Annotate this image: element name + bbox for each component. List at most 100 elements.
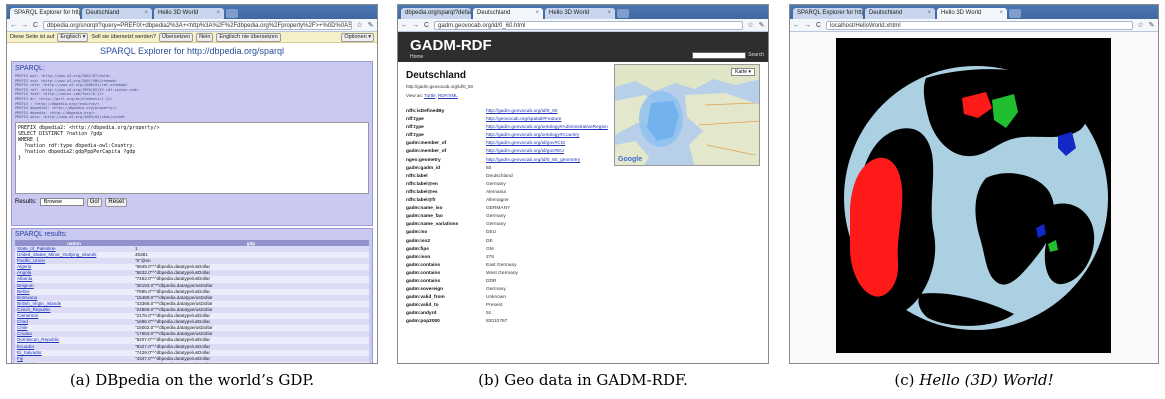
tab-bar: SPARQL Explorer for http:× Deutschland× … (790, 5, 1158, 19)
property-row: rdfs:label Deutschland (406, 173, 760, 181)
property-value: GERMANY (486, 206, 511, 212)
sparql-form: SPARQL: PREFIX owl: <http://www.w3.org/2… (11, 61, 373, 226)
globe-canvas[interactable] (836, 38, 1111, 353)
property-key: gadm:fips (406, 246, 429, 252)
tab-label: dbpedia.org/sparql?default (405, 10, 471, 16)
translate-button[interactable]: Übersetzen (158, 32, 194, 42)
forward-icon[interactable]: → (21, 22, 28, 29)
property-key: gadm:gadm_id (406, 165, 441, 171)
forward-icon[interactable]: → (412, 22, 419, 29)
tab-deutschland[interactable]: Deutschland × (82, 8, 152, 19)
no-button[interactable]: Nein (196, 32, 214, 42)
property-link[interactable]: http://gadm.geovocab.org/id/0_60 (486, 108, 557, 116)
reload-icon[interactable]: C (423, 22, 430, 29)
property-link[interactable]: http://gadm.geovocab.org/ontology#Countr… (486, 132, 579, 140)
globe-image (836, 38, 1111, 353)
new-tab-button[interactable] (226, 9, 238, 18)
query-textarea[interactable]: PREFIX dbpedia2: <http://dbpedia.org/pro… (15, 121, 369, 194)
caption-label: (c) (894, 371, 915, 389)
reset-button[interactable]: Reset (105, 197, 128, 207)
nation-link[interactable]: Azerbaijan (15, 361, 133, 363)
close-icon[interactable]: × (216, 8, 220, 19)
go-button[interactable]: Go! (86, 197, 103, 207)
search-input[interactable] (692, 52, 746, 59)
never-translate-button[interactable]: Englisch nie übersetzen (216, 32, 281, 42)
close-icon[interactable]: × (144, 8, 148, 19)
star-icon[interactable]: ☆ (747, 21, 754, 29)
home-link[interactable]: Home (410, 54, 423, 60)
address-bar[interactable]: gadm.geovocab.org/id/0_60.html (434, 20, 743, 30)
property-row: gadm:name_variations Germany (406, 221, 760, 229)
tab-hello[interactable]: Hello 3D World × (937, 8, 1007, 19)
tab-sparql[interactable]: SPARQL Explorer for http:× (10, 8, 80, 19)
new-tab-button[interactable] (617, 9, 629, 18)
property-row: gadm:iso DEU (406, 229, 760, 237)
results-panel: SPARQL results: nation gdp State_of_Pale… (11, 228, 373, 363)
caption-text: Geo data in GADM-RDF. (504, 371, 688, 389)
tab-deutschland[interactable]: Deutschland × (865, 8, 935, 19)
back-icon[interactable]: ← (793, 22, 800, 29)
language-select[interactable]: Englisch ▾ (57, 32, 89, 42)
view-rdfxml-link[interactable]: RDF/XML (438, 93, 458, 98)
star-icon[interactable]: ☆ (356, 21, 363, 29)
tab-sparql[interactable]: SPARQL Explorer for http:× (793, 8, 863, 19)
property-row: gadm:name_fao Germany (406, 213, 760, 221)
close-icon[interactable]: × (999, 8, 1003, 19)
caption-text: Hello (3D) World! (919, 371, 1054, 389)
property-key: gadm:ison (406, 254, 431, 260)
back-icon[interactable]: ← (10, 22, 17, 29)
reload-icon[interactable]: C (815, 22, 822, 29)
wrench-icon[interactable]: ✎ (367, 21, 374, 29)
options-button[interactable]: Optionen ▾ (341, 32, 374, 42)
results-heading: SPARQL results: (15, 231, 68, 238)
property-link[interactable]: http://gadm.geovocab.org/id/0_60_geometr… (486, 157, 580, 165)
property-link[interactable]: http://gadm.geovocab.org/id/gov#EU (486, 148, 564, 156)
results-select[interactable]: Browse (39, 198, 84, 207)
resource-body: Karte ▾ Google Deutschland http://gadm.g… (398, 62, 768, 333)
back-icon[interactable]: ← (401, 22, 408, 29)
map-widget[interactable]: Karte ▾ Google (614, 64, 760, 166)
wrench-icon[interactable]: ✎ (1148, 21, 1155, 29)
property-key: rdfs:label@fr (406, 198, 436, 204)
new-tab-button[interactable] (1009, 9, 1021, 18)
close-icon[interactable]: × (927, 8, 931, 19)
tab-deutschland[interactable]: Deutschland × (473, 8, 543, 19)
reload-icon[interactable]: C (32, 22, 39, 29)
caption-text: DBpedia on the world’s GDP. (95, 371, 315, 389)
property-row: gadm:name_iso GERMANY (406, 205, 760, 213)
address-bar[interactable]: localhost/HelloWorld.xhtml (826, 20, 1133, 30)
tab-label: SPARQL Explorer for http: (797, 10, 863, 16)
property-value: Germany (486, 214, 506, 220)
caption-c: (c) Hello (3D) World! (784, 371, 1164, 395)
property-key: ngeo:geometry (406, 157, 441, 163)
tab-hello[interactable]: Hello 3D World × (545, 8, 615, 19)
property-row: rdfs:label@fr Allemagne (406, 197, 760, 205)
property-link[interactable]: http://gadm.geovocab.org/id/gov#CIS (486, 140, 565, 148)
property-value: 82010767 (486, 319, 508, 325)
property-row: gadm:andyrd 91 (406, 310, 760, 318)
map-type-select[interactable]: Karte ▾ (731, 68, 755, 76)
forward-icon[interactable]: → (804, 22, 811, 29)
property-value: 91 (486, 311, 492, 317)
star-icon[interactable]: ☆ (1137, 21, 1144, 29)
property-row: rdfs:label@es Alemania (406, 189, 760, 197)
property-value: Germany (486, 181, 506, 187)
property-row: gadm:iso2 DE (406, 238, 760, 246)
tab-sparql[interactable]: dbpedia.org/sparql?default× (401, 8, 471, 19)
property-value: Allemagne (486, 198, 509, 204)
search-button[interactable]: Search (748, 52, 764, 58)
tab-hello[interactable]: Hello 3D World × (154, 8, 224, 19)
property-value: 276 (486, 254, 495, 260)
close-icon[interactable]: × (535, 8, 539, 19)
address-bar[interactable]: dbpedia.org/snorql/?query=PREFIX+dbpedia… (43, 20, 352, 30)
property-link[interactable]: http://gadm.geovocab.org/ontology#Admini… (486, 124, 608, 132)
property-value: Present (486, 303, 503, 309)
property-row: gadm:sovereign Germany (406, 286, 760, 294)
property-value: West Germany (486, 270, 518, 276)
region-red (850, 157, 903, 297)
close-icon[interactable]: × (607, 8, 611, 19)
property-link[interactable]: http://geovocab.org/spatial#Feature (486, 116, 561, 124)
view-turtle-link[interactable]: Turtle (424, 93, 435, 98)
wrench-icon[interactable]: ✎ (758, 21, 765, 29)
property-value: Alemania (486, 189, 506, 195)
